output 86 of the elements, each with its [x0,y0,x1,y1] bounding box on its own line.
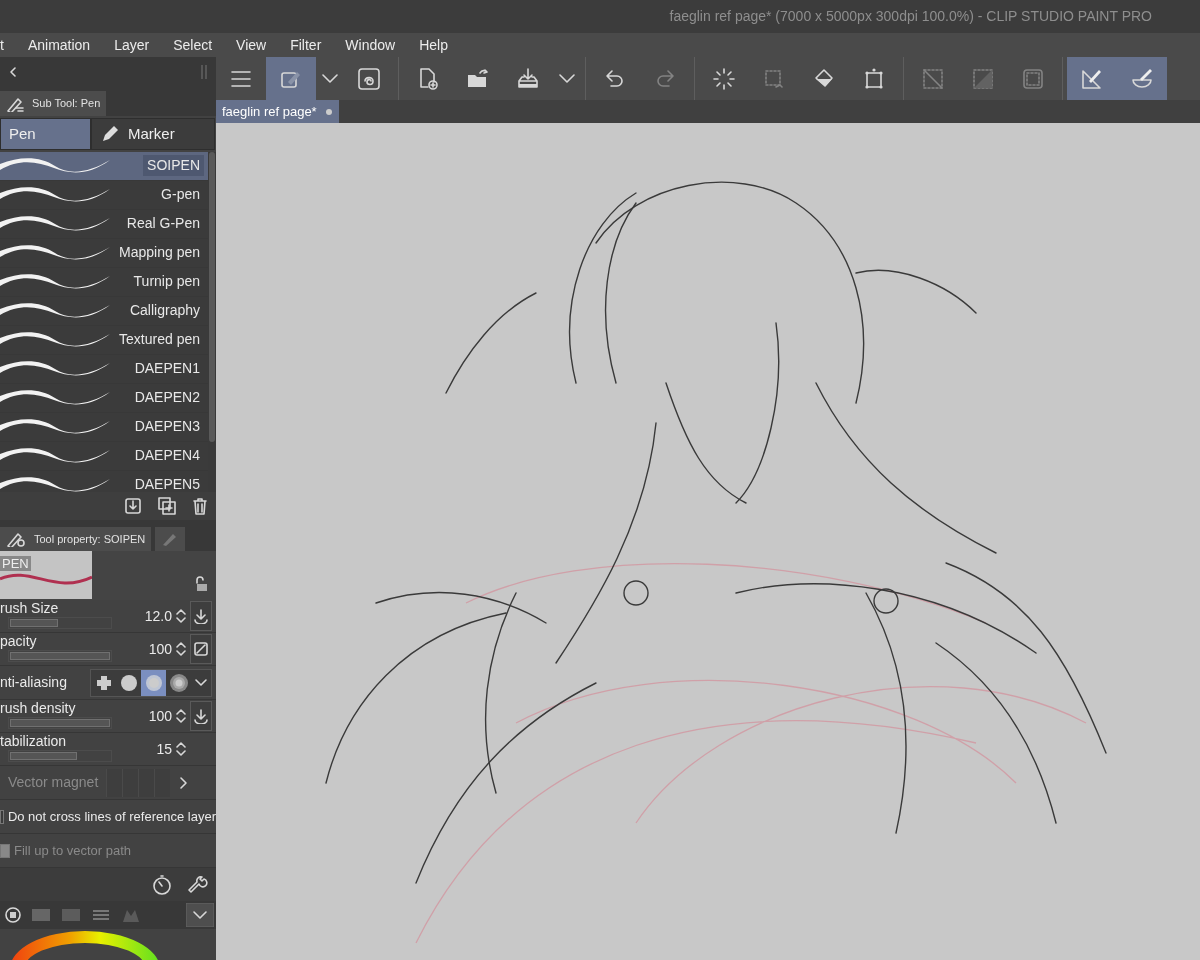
tool-group-tab[interactable]: Pen [0,117,91,150]
pen-button[interactable] [266,57,316,100]
menu-item[interactable]: Layer [102,34,162,56]
marker-icon [100,123,120,144]
download-icon [193,608,209,625]
clear-selection-icon [921,66,945,91]
property-label: pacity [0,633,38,651]
download-tray-icon [516,66,540,91]
checkbox[interactable] [0,809,4,824]
menu-item[interactable]: Select [161,34,225,56]
slider-track[interactable] [8,617,112,630]
spin-arrows-icon [176,640,186,659]
property-value: 12.0 [144,606,172,626]
bowl-pen-icon [1130,66,1154,91]
anti-aliasing-option[interactable] [141,669,166,696]
grip-icon [200,63,208,80]
layer-icon [60,906,82,924]
sub-tool-tab[interactable]: Sub Tool: Pen [0,91,107,116]
slider-track[interactable] [8,750,112,763]
property-value: 100 [148,639,172,659]
preset-label: PEN [0,556,31,572]
chevron-down-icon [559,74,575,83]
spinner-icon [712,66,736,91]
brush-item[interactable]: SOIPEN [0,151,208,181]
invert-selection-icon [971,66,995,91]
spin-arrows-icon [176,607,186,626]
clear-icon [193,641,209,658]
trash-icon [192,496,208,515]
ruler-pen-button[interactable] [1067,57,1117,100]
menu-item[interactable]: View [224,34,279,56]
property-label: tabilization [0,733,68,751]
duplicate-icon [158,496,176,515]
lock-icon [194,576,208,593]
scrollbar[interactable] [209,151,215,442]
document-tab[interactable]: faeglin ref page* [216,100,339,123]
brush-item[interactable]: Real G-Pen [0,209,208,239]
brush-item[interactable]: Textured pen [0,325,208,355]
brush-item[interactable]: Mapping pen [0,238,208,268]
record-icon [4,906,22,924]
stopwatch-icon [152,874,172,895]
brush-item[interactable]: DAEPEN5 [0,470,208,493]
property-label: rush density [0,700,77,718]
property-label: nti-aliasing [0,673,67,693]
border-selection-icon [1021,66,1045,91]
property-label: Vector magnet [8,773,99,793]
secondary-tab[interactable] [155,526,186,552]
chevron-right-icon [178,775,189,790]
brush-item[interactable]: Calligraphy [0,296,208,326]
spin-arrows-icon [176,707,186,726]
tool-group-tab[interactable]: Marker [91,117,215,150]
menu-item[interactable]: Window [333,34,408,56]
window-title: faeglin ref page* (7000 x 5000px 300dpi 100.0%) - CLIP STUDIO PAINT PRO [669,7,1152,26]
brush-item[interactable]: DAEPEN3 [0,412,208,442]
menu-item[interactable]: Help [407,34,460,56]
menu-item[interactable]: Animation [15,34,103,56]
default-button[interactable] [190,601,212,632]
download-icon [193,708,209,725]
pen-gear-icon [6,530,26,547]
wrench-icon [188,874,208,895]
brush-item[interactable]: DAEPEN4 [0,441,208,471]
checkbox-label: Do not cross lines of reference layer [7,807,216,826]
film-icon [30,906,52,924]
property-value: 100 [148,706,172,726]
modified-dot-icon [324,107,333,116]
hard-circle-icon [118,672,139,693]
pen-lines-icon [6,95,24,112]
import-icon [124,496,142,515]
tool-property-tab[interactable]: Tool property: SOIPEN [0,526,152,552]
spin-arrows-icon [176,740,186,759]
default-button[interactable] [190,701,212,732]
brush-item[interactable]: DAEPEN1 [0,354,208,384]
checkbox-label: Fill up to vector path [14,841,132,860]
property-label: rush Size [0,600,60,618]
brush-item[interactable]: G-pen [0,180,208,210]
menu-item[interactable]: t [0,34,16,56]
reset-button[interactable] [190,634,212,665]
blurred-circle-icon [168,672,189,693]
soft-circle-icon [143,672,164,693]
property-value: 15 [156,739,172,759]
menu-item[interactable]: Filter [278,34,334,56]
swirl-icon [357,66,381,91]
brush-item[interactable]: Turnip pen [0,267,208,297]
anti-aliasing-selector[interactable] [90,668,212,697]
brush-item[interactable]: DAEPEN2 [0,383,208,413]
bowl-pen-button[interactable] [1117,57,1167,100]
chevron-down-icon [322,74,338,83]
